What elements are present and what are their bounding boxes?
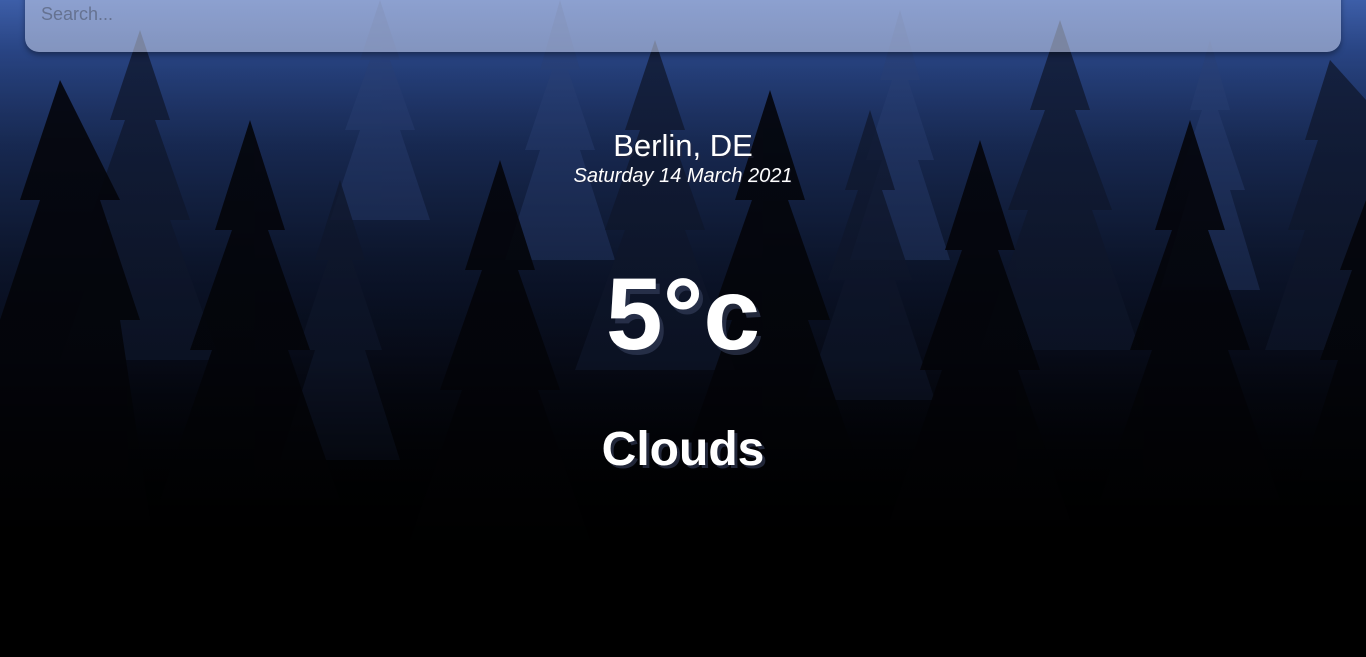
search-input[interactable] [25,0,1341,28]
temperature-display: 5°c [605,257,761,371]
weather-app: Berlin, DE Saturday 14 March 2021 5°c Cl… [0,0,1366,657]
location-box: Berlin, DE Saturday 14 March 2021 [0,128,1366,188]
weather-condition: Clouds [601,423,765,476]
location-name: Berlin, DE [613,128,753,163]
search-box [25,0,1341,52]
current-date: Saturday 14 March 2021 [573,165,793,187]
